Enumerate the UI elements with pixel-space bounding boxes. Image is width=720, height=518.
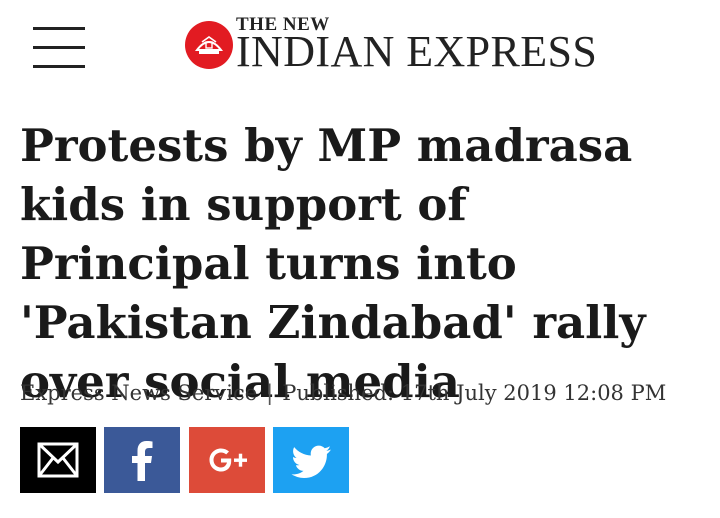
byline-separator: | (266, 381, 274, 405)
share-email-button[interactable] (20, 427, 96, 493)
facebook-icon (132, 441, 153, 481)
published-label: Published: (282, 381, 395, 405)
share-google-plus-button[interactable] (189, 427, 265, 493)
twitter-icon (291, 445, 331, 478)
menu-line-icon (33, 27, 85, 30)
share-facebook-button[interactable] (104, 427, 180, 493)
article-byline: Express News Service | Published: 17th Jul… (20, 381, 666, 405)
author-name: Express News Service (20, 381, 258, 405)
email-icon (37, 442, 79, 478)
site-logo[interactable]: THE NEW INDIAN EXPRESS (182, 14, 602, 76)
share-twitter-button[interactable] (273, 427, 349, 493)
menu-line-icon (33, 46, 85, 49)
logo-main-text: INDIAN EXPRESS (236, 27, 598, 76)
published-date: 17th July 2019 12:08 PM (400, 381, 667, 405)
menu-line-icon (33, 65, 85, 68)
google-plus-icon (209, 448, 247, 472)
newspaper-emblem-icon (185, 21, 233, 69)
site-header: THE NEW INDIAN EXPRESS (0, 0, 720, 96)
menu-button[interactable] (33, 27, 85, 69)
article-headline: Protests by MP madrasa kids in support o… (20, 119, 646, 408)
